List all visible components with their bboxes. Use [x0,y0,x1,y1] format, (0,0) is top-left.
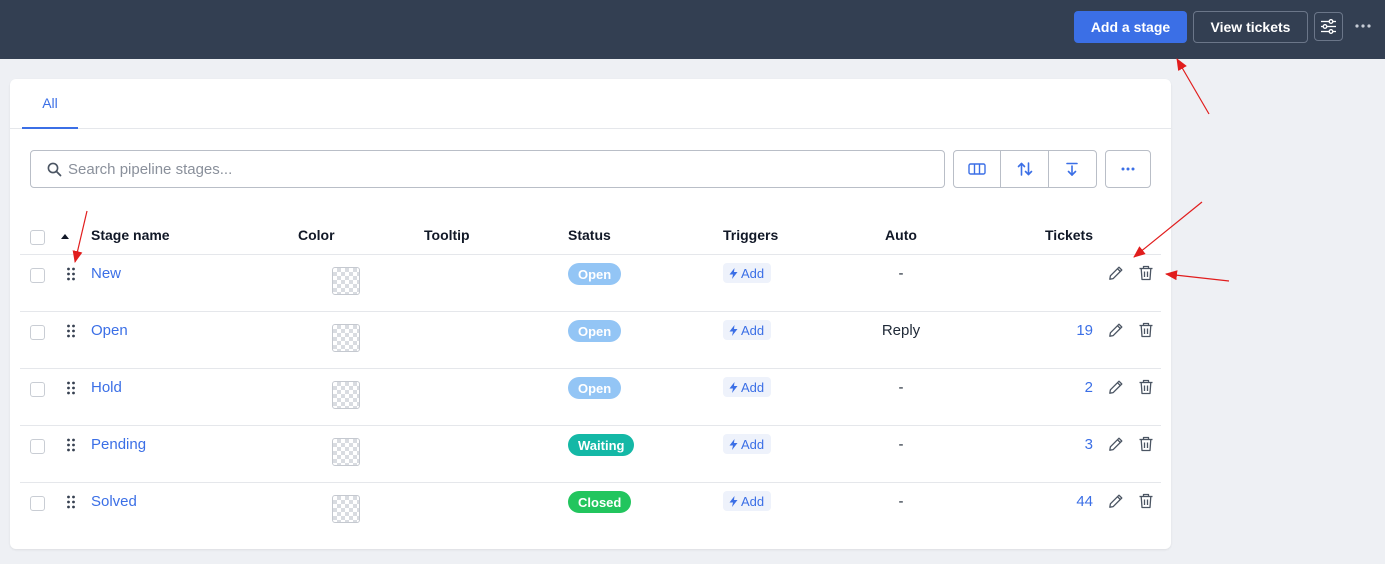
stage-name-link[interactable]: New [91,265,121,282]
table-row: Open Open Add Reply 19 [10,312,1171,369]
column-header-status[interactable]: Status [568,225,611,245]
pipeline-stages-card: All Search pipeline stages... Stage name… [10,79,1171,549]
table-row: Hold Open Add - 2 [10,369,1171,426]
row-checkbox[interactable] [30,268,45,283]
auto-value: - [898,436,904,453]
status-badge: Waiting [568,434,635,456]
trash-icon[interactable] [1138,322,1154,338]
drag-handle-icon[interactable] [66,324,76,338]
lightning-icon [729,438,738,450]
export-button[interactable] [1049,151,1096,187]
add-trigger-label: Add [741,322,765,338]
annotation-arrow [1165,270,1230,282]
stage-name-link[interactable]: Hold [91,379,122,396]
row-checkbox[interactable] [30,439,45,454]
add-trigger-label: Add [741,493,765,509]
view-toolbar [953,150,1097,188]
add-trigger-button[interactable]: Add [723,434,772,454]
column-header-tooltip[interactable]: Tooltip [424,225,470,245]
trash-icon[interactable] [1138,436,1154,452]
select-all-checkbox[interactable] [30,230,45,245]
more-horizontal-icon [1121,167,1135,171]
settings-button[interactable] [1314,12,1343,41]
table-row: Solved Closed Add - 44 [10,483,1171,540]
column-header-stage-name[interactable]: Stage name [91,225,170,245]
top-bar: Add a stage View tickets [0,0,1385,59]
sort-ascending-icon[interactable] [61,234,69,239]
drag-handle-icon[interactable] [66,267,76,281]
pencil-icon[interactable] [1108,265,1124,281]
tickets-count-link[interactable]: 19 [1013,322,1093,339]
search-input[interactable] [68,160,918,178]
auto-value: - [898,379,904,396]
trash-icon[interactable] [1138,265,1154,281]
add-trigger-button[interactable]: Add [723,320,772,340]
add-trigger-label: Add [741,379,765,395]
lightning-icon [729,267,738,279]
auto-value: Reply [881,322,921,339]
color-swatch[interactable] [332,381,360,409]
pencil-icon[interactable] [1108,322,1124,338]
drag-handle-icon[interactable] [66,495,76,509]
add-trigger-button[interactable]: Add [723,263,772,283]
auto-value: - [898,493,904,510]
lightning-icon [729,495,738,507]
color-swatch[interactable] [332,495,360,523]
pencil-icon[interactable] [1108,493,1124,509]
sort-button[interactable] [1001,151,1049,187]
tickets-count-link[interactable]: 44 [1013,493,1093,510]
drag-handle-icon[interactable] [66,438,76,452]
table-row: Pending Waiting Add - 3 [10,426,1171,483]
stage-name-link[interactable]: Pending [91,436,146,453]
more-options-button[interactable] [1351,15,1375,37]
sort-arrows-icon [1017,162,1032,176]
search-box [30,150,945,188]
table-row: New Open Add - [10,255,1171,312]
tab-bar: All [10,79,1171,129]
status-badge: Open [568,320,622,342]
annotation-arrow [1176,58,1210,115]
row-checkbox[interactable] [30,382,45,397]
status-badge: Closed [568,491,632,513]
trash-icon[interactable] [1138,493,1154,509]
download-icon [1066,162,1079,176]
view-tickets-button[interactable]: View tickets [1193,11,1308,43]
stage-name-link[interactable]: Solved [91,493,137,510]
color-swatch[interactable] [332,438,360,466]
status-badge: Open [568,263,622,285]
trash-icon[interactable] [1138,379,1154,395]
row-checkbox[interactable] [30,496,45,511]
stage-name-link[interactable]: Open [91,322,128,339]
column-header-tickets[interactable]: Tickets [1013,225,1093,245]
lightning-icon [729,381,738,393]
auto-value: - [898,265,904,282]
columns-button[interactable] [954,151,1002,187]
more-horizontal-icon [1355,24,1371,28]
column-header-auto[interactable]: Auto [861,225,941,245]
color-swatch[interactable] [332,324,360,352]
row-checkbox[interactable] [30,325,45,340]
search-icon [47,162,62,176]
add-trigger-button[interactable]: Add [723,377,772,397]
column-header-color[interactable]: Color [298,225,335,245]
tickets-count-link[interactable]: 2 [1013,379,1093,396]
add-trigger-label: Add [741,265,765,281]
pencil-icon[interactable] [1108,379,1124,395]
lightning-icon [729,324,738,336]
status-badge: Open [568,377,622,399]
tickets-count-link[interactable]: 3 [1013,436,1093,453]
pencil-icon[interactable] [1108,436,1124,452]
column-header-triggers[interactable]: Triggers [723,225,778,245]
add-trigger-button[interactable]: Add [723,491,772,511]
columns-icon [968,163,986,175]
add-stage-button[interactable]: Add a stage [1074,11,1187,43]
tab-all[interactable]: All [22,79,78,129]
color-swatch[interactable] [332,267,360,295]
table-more-button[interactable] [1105,150,1151,188]
drag-handle-icon[interactable] [66,381,76,395]
sliders-icon [1321,19,1336,34]
add-trigger-label: Add [741,436,765,452]
